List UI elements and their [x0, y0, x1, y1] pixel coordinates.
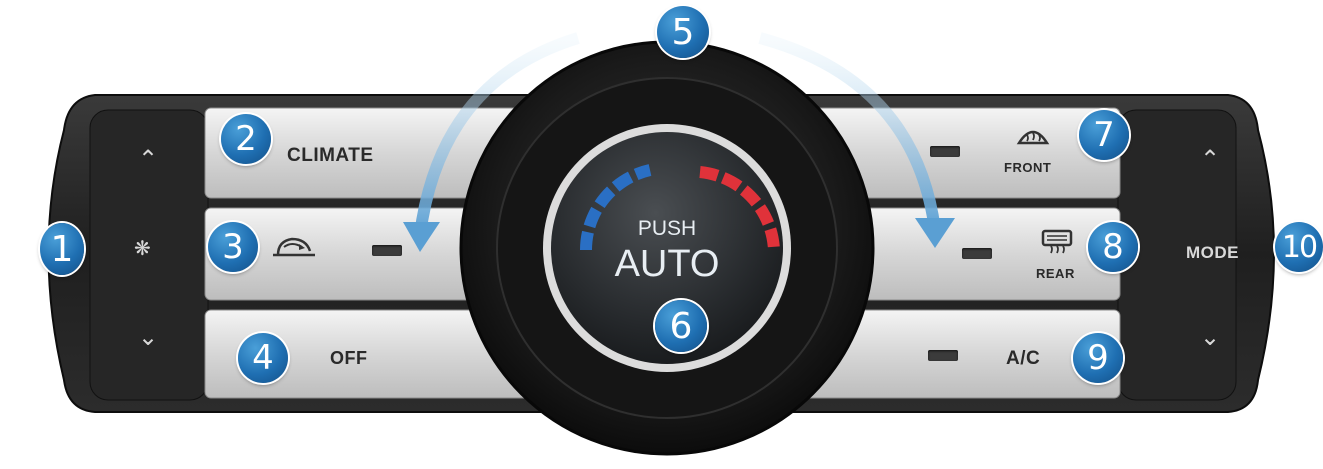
- callout-6: 6: [655, 300, 707, 352]
- ac-button[interactable]: A/C: [1006, 348, 1040, 370]
- recirculation-indicator: [372, 245, 402, 256]
- fan-icon: ❋: [134, 236, 151, 260]
- ac-indicator: [928, 350, 958, 361]
- front-label: FRONT: [1004, 160, 1052, 175]
- auto-knob[interactable]: PUSH AUTO: [597, 215, 737, 295]
- climate-button[interactable]: CLIMATE: [287, 145, 374, 167]
- climate-control-panel: ⌃ ❋ ⌄ ⌃ MODE ⌄ CLIMATE OFF FRONT REAR A/…: [0, 0, 1323, 469]
- push-label: PUSH: [637, 217, 697, 240]
- chevron-down-icon[interactable]: ⌄: [1200, 323, 1220, 351]
- callout-7: 7: [1079, 110, 1129, 160]
- callout-8: 8: [1088, 222, 1138, 272]
- rear-defrost-indicator: [962, 248, 992, 259]
- callout-10: 10: [1275, 222, 1323, 272]
- callout-2: 2: [221, 114, 271, 164]
- callout-1: 1: [40, 223, 84, 275]
- chevron-up-icon[interactable]: ⌃: [138, 145, 158, 173]
- callout-9: 9: [1073, 333, 1123, 383]
- chevron-down-icon[interactable]: ⌄: [138, 323, 158, 351]
- front-defrost-icon[interactable]: [1016, 125, 1050, 153]
- off-button[interactable]: OFF: [330, 348, 368, 369]
- rear-defrost-icon[interactable]: [1040, 228, 1074, 256]
- air-recirculation-icon[interactable]: [270, 233, 318, 263]
- callout-4: 4: [238, 333, 288, 383]
- rear-label: REAR: [1036, 266, 1075, 281]
- callout-5: 5: [657, 6, 709, 58]
- chevron-up-icon[interactable]: ⌃: [1200, 145, 1220, 173]
- front-defrost-indicator: [930, 146, 960, 157]
- mode-label[interactable]: MODE: [1186, 243, 1239, 263]
- callout-3: 3: [208, 222, 258, 272]
- auto-label: AUTO: [614, 243, 720, 285]
